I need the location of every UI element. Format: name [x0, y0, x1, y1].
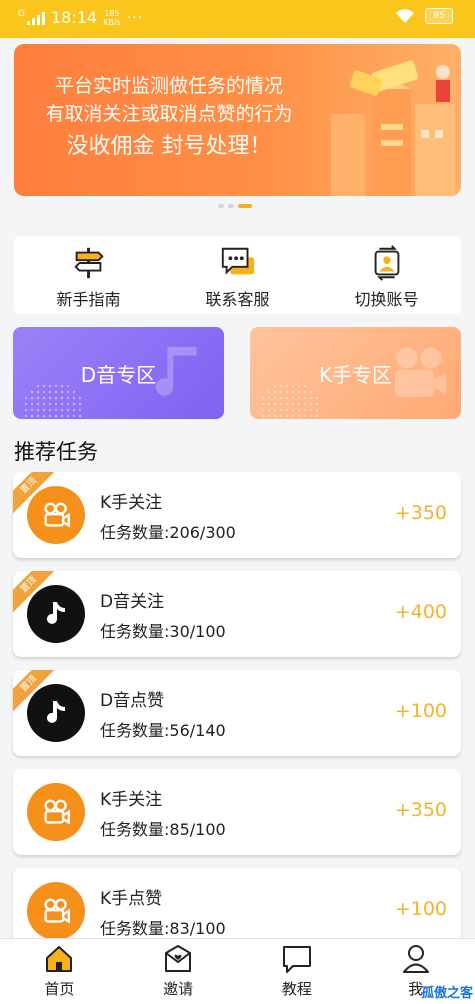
banner-indicator	[218, 204, 252, 208]
camera-icon	[44, 799, 70, 825]
kuaishou-avatar	[27, 486, 85, 544]
banner-line-1: 平台实时监测做任务的情况	[54, 75, 283, 97]
chat-icon	[221, 247, 254, 275]
task-card[interactable]: 置顶 D音点赞 任务数量:56/140 +100	[13, 670, 461, 756]
tab-invite-label: 邀请	[163, 980, 194, 998]
task-count: 任务数量:206/300	[100, 523, 236, 542]
tab-home[interactable]: 首页	[0, 939, 119, 1004]
camera-icon	[44, 502, 70, 528]
dot-pattern	[23, 383, 83, 419]
task-reward: +350	[394, 502, 447, 524]
d-zone-button[interactable]: D音专区	[13, 327, 224, 419]
switch-account-label: 切换账号	[354, 290, 419, 309]
task-name: D音关注	[100, 592, 165, 612]
banner-line-3: 没收佣金 封号处理！	[66, 134, 272, 159]
tab-tutorial-label: 教程	[281, 980, 312, 998]
tab-invite[interactable]: 邀请	[119, 939, 238, 1004]
status-bar: G 18:14 185 KB/s ··· 95	[0, 0, 475, 38]
music-note-icon	[47, 701, 65, 723]
d-zone-label: D音专区	[80, 362, 157, 387]
task-reward: +100	[394, 700, 447, 722]
guide-label: 新手指南	[56, 290, 121, 309]
customer-service-label: 联系客服	[205, 290, 270, 309]
task-card[interactable]: 置顶 K手关注 任务数量:206/300 +350	[13, 472, 461, 558]
speed-value: 185	[104, 8, 120, 18]
banner-line-2: 有取消关注或取消点赞的行为	[45, 103, 293, 125]
bottom-tab-bar: 首页 邀请 教程 我	[0, 938, 475, 1004]
douyin-avatar	[27, 585, 85, 643]
kuaishou-avatar	[27, 882, 85, 940]
task-reward: +400	[394, 601, 447, 623]
signal-icon	[26, 11, 45, 25]
announcement-banner[interactable]: 平台实时监测做任务的情况 有取消关注或取消点赞的行为 没收佣金 封号处理！	[14, 44, 461, 196]
tab-tutorial[interactable]: 教程	[238, 939, 357, 1004]
battery-icon: 95	[425, 8, 453, 24]
quick-actions: 新手指南 联系客服 切换账号	[14, 236, 461, 314]
clock: 18:14	[50, 8, 98, 27]
more-notifications-icon: ···	[126, 9, 144, 26]
home-icon	[46, 946, 73, 972]
task-card[interactable]: K手关注 任务数量:85/100 +350	[13, 769, 461, 855]
task-count: 任务数量:56/140	[100, 721, 226, 740]
task-name: D音点赞	[100, 691, 165, 711]
task-count: 任务数量:83/100	[100, 919, 226, 938]
network-type: G	[18, 8, 25, 19]
switch-account-icon	[374, 245, 399, 281]
k-zone-label: K手专区	[318, 362, 393, 387]
banner-dot[interactable]	[228, 204, 234, 208]
task-reward: +100	[394, 898, 447, 920]
task-name: K手关注	[100, 790, 163, 810]
douyin-avatar	[27, 684, 85, 742]
task-reward: +350	[394, 799, 447, 821]
music-note-icon	[155, 346, 197, 396]
task-card[interactable]: 置顶 D音关注 任务数量:30/100 +400	[13, 571, 461, 657]
k-zone-button[interactable]: K手专区	[250, 327, 461, 419]
banner-illustration	[331, 60, 455, 196]
task-count: 任务数量:85/100	[100, 820, 226, 839]
task-name: K手点赞	[100, 889, 163, 909]
customer-service-button[interactable]: 联系客服	[163, 236, 312, 314]
camera-icon	[395, 347, 446, 397]
task-count: 任务数量:30/100	[100, 622, 226, 641]
profile-icon	[402, 945, 429, 973]
kuaishou-avatar	[27, 783, 85, 841]
task-name: K手关注	[100, 493, 163, 513]
banner-dot[interactable]	[218, 204, 224, 208]
network-speed: 185 KB/s	[103, 9, 121, 27]
tab-home-label: 首页	[44, 980, 75, 998]
camera-icon	[44, 898, 70, 924]
signpost-icon	[73, 247, 104, 279]
switch-account-button[interactable]: 切换账号	[312, 236, 461, 314]
invite-icon	[165, 945, 192, 972]
banner-dot-active[interactable]	[238, 204, 252, 208]
section-title: 推荐任务	[14, 440, 98, 464]
tutorial-icon	[282, 946, 311, 973]
wifi-icon	[396, 9, 414, 23]
guide-button[interactable]: 新手指南	[14, 236, 163, 314]
speed-unit: KB/s	[103, 17, 121, 27]
watermark: 孤傲之客	[420, 986, 473, 1001]
music-note-icon	[47, 602, 65, 624]
dot-pattern	[260, 383, 320, 419]
